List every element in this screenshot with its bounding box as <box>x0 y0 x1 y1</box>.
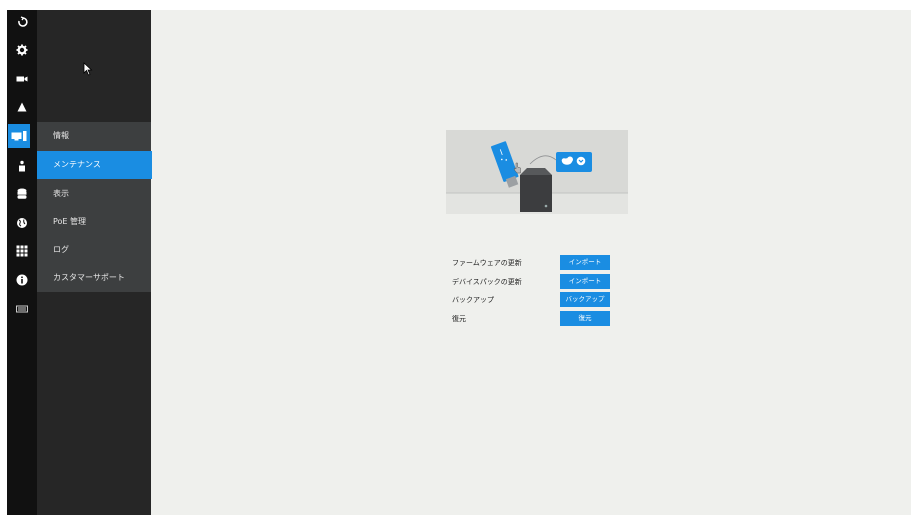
backup-button[interactable]: バックアップ <box>560 292 610 307</box>
maintenance-illustration <box>446 130 628 214</box>
logout-icon <box>18 16 28 27</box>
mouse-cursor-icon <box>83 62 93 76</box>
network-icon <box>17 218 27 228</box>
info-button[interactable] <box>7 268 37 292</box>
camera-button[interactable] <box>7 67 37 91</box>
device-pack-import-button[interactable]: インポート <box>560 274 610 289</box>
submenu-item-label: メンテナンス <box>53 160 101 169</box>
submenu-group: 情報 メンテナンス 表示 PoE 管理 ログ カスタマーサポート <box>37 122 152 292</box>
storage-icon <box>17 188 27 199</box>
system-button[interactable] <box>8 124 30 148</box>
submenu-item-info[interactable]: 情報 <box>37 122 151 150</box>
submenu-panel: 情報 メンテナンス 表示 PoE 管理 ログ カスタマーサポート <box>37 10 152 515</box>
device-icon <box>16 305 28 313</box>
restore-button[interactable]: 復元 <box>560 311 610 326</box>
submenu-item-display[interactable]: 表示 <box>37 180 151 208</box>
app-window: 情報 メンテナンス 表示 PoE 管理 ログ カスタマーサポート ファームウェア… <box>7 10 911 515</box>
submenu-item-label: PoE 管理 <box>53 217 87 226</box>
submenu-item-support[interactable]: カスタマーサポート <box>37 264 151 292</box>
device-pack-update-row: デバイスパックの更新 インポート <box>452 274 652 290</box>
gear-icon <box>16 44 28 56</box>
firmware-update-label: ファームウェアの更新 <box>452 259 522 267</box>
firmware-import-button[interactable]: インポート <box>560 255 610 270</box>
device-pack-update-label: デバイスパックの更新 <box>452 278 522 286</box>
icon-sidebar <box>7 10 37 515</box>
user-button[interactable] <box>7 154 37 178</box>
submenu-item-label: ログ <box>53 245 69 254</box>
device-button[interactable] <box>7 297 37 321</box>
system-icon <box>11 131 27 141</box>
submenu-item-maintenance[interactable]: メンテナンス <box>37 151 152 179</box>
camera-icon <box>16 76 28 82</box>
backup-label: バックアップ <box>452 296 494 304</box>
settings-button[interactable] <box>7 38 37 62</box>
restore-row: 復元 復元 <box>452 311 652 327</box>
restore-label: 復元 <box>452 315 466 323</box>
alert-button[interactable] <box>7 95 37 119</box>
submenu-item-log[interactable]: ログ <box>37 236 151 264</box>
info-icon <box>16 274 28 286</box>
submenu-item-poe[interactable]: PoE 管理 <box>37 208 151 236</box>
submenu-item-label: 情報 <box>53 131 69 140</box>
hand-cursor-icon <box>514 162 521 174</box>
firmware-update-row: ファームウェアの更新 インポート <box>452 255 652 271</box>
logout-button[interactable] <box>7 10 37 34</box>
submenu-item-label: 表示 <box>53 189 69 198</box>
alert-icon <box>17 102 27 112</box>
apps-button[interactable] <box>7 239 37 263</box>
apps-grid-icon <box>16 245 28 257</box>
user-icon <box>19 160 25 172</box>
backup-row: バックアップ バックアップ <box>452 292 652 308</box>
network-button[interactable] <box>7 211 37 235</box>
storage-button[interactable] <box>7 182 37 206</box>
submenu-item-label: カスタマーサポート <box>53 273 125 282</box>
